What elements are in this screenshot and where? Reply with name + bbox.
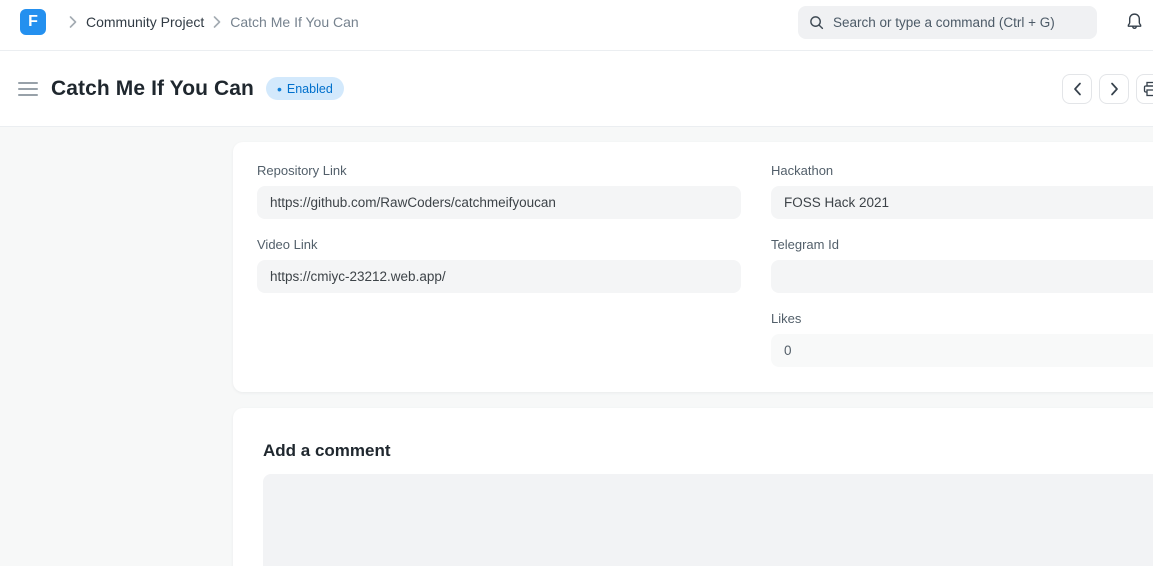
field-video-link: Video Link	[257, 238, 741, 293]
hackathon-input[interactable]	[771, 186, 1153, 219]
repository-link-input[interactable]	[257, 186, 741, 219]
breadcrumb: Community Project Catch Me If You Can	[60, 14, 359, 30]
breadcrumb-item-community-project[interactable]: Community Project	[86, 14, 204, 30]
video-link-input[interactable]	[257, 260, 741, 293]
hackathon-label: Hackathon	[771, 164, 1153, 178]
telegram-id-input[interactable]	[771, 260, 1153, 293]
chevron-right-icon	[213, 16, 221, 28]
chevron-right-icon	[1110, 82, 1119, 96]
global-search[interactable]	[798, 6, 1097, 39]
next-record-button[interactable]	[1099, 74, 1129, 104]
page-title: Catch Me If You Can	[51, 77, 254, 101]
chevron-right-icon	[69, 16, 77, 28]
form-column-right: Hackathon Telegram Id Likes	[771, 164, 1153, 392]
breadcrumb-item-current: Catch Me If You Can	[230, 14, 358, 30]
status-badge-label: Enabled	[287, 82, 333, 96]
form-column-left: Repository Link Video Link	[257, 164, 741, 392]
comment-input[interactable]	[263, 474, 1153, 566]
telegram-id-label: Telegram Id	[771, 238, 1153, 252]
details-card: Repository Link Video Link Hackathon Tel…	[233, 142, 1153, 392]
notifications-bell-icon[interactable]	[1124, 11, 1145, 33]
printer-icon	[1143, 81, 1153, 97]
video-link-label: Video Link	[257, 238, 741, 252]
previous-record-button[interactable]	[1062, 74, 1092, 104]
page-head: Catch Me If You Can • Enabled	[0, 51, 1153, 127]
chevron-left-icon	[1073, 82, 1082, 96]
main-content: Repository Link Video Link Hackathon Tel…	[0, 127, 1153, 566]
likes-value	[771, 334, 1153, 367]
navbar: F Community Project Catch Me If You Can	[0, 0, 1153, 51]
field-hackathon: Hackathon	[771, 164, 1153, 219]
app-logo-icon[interactable]: F	[20, 9, 46, 35]
page-head-actions	[1062, 74, 1153, 104]
field-repository-link: Repository Link	[257, 164, 741, 219]
print-button[interactable]	[1136, 74, 1153, 104]
field-telegram-id: Telegram Id	[771, 238, 1153, 293]
repository-link-label: Repository Link	[257, 164, 741, 178]
status-badge: • Enabled	[266, 77, 344, 100]
likes-label: Likes	[771, 312, 1153, 326]
add-comment-heading: Add a comment	[263, 441, 1153, 461]
sidebar-toggle-icon[interactable]	[16, 80, 40, 98]
status-dot-icon: •	[277, 82, 282, 96]
search-icon	[809, 15, 824, 30]
comments-card: Add a comment	[233, 408, 1153, 566]
field-likes: Likes	[771, 312, 1153, 367]
search-input[interactable]	[833, 15, 1086, 30]
